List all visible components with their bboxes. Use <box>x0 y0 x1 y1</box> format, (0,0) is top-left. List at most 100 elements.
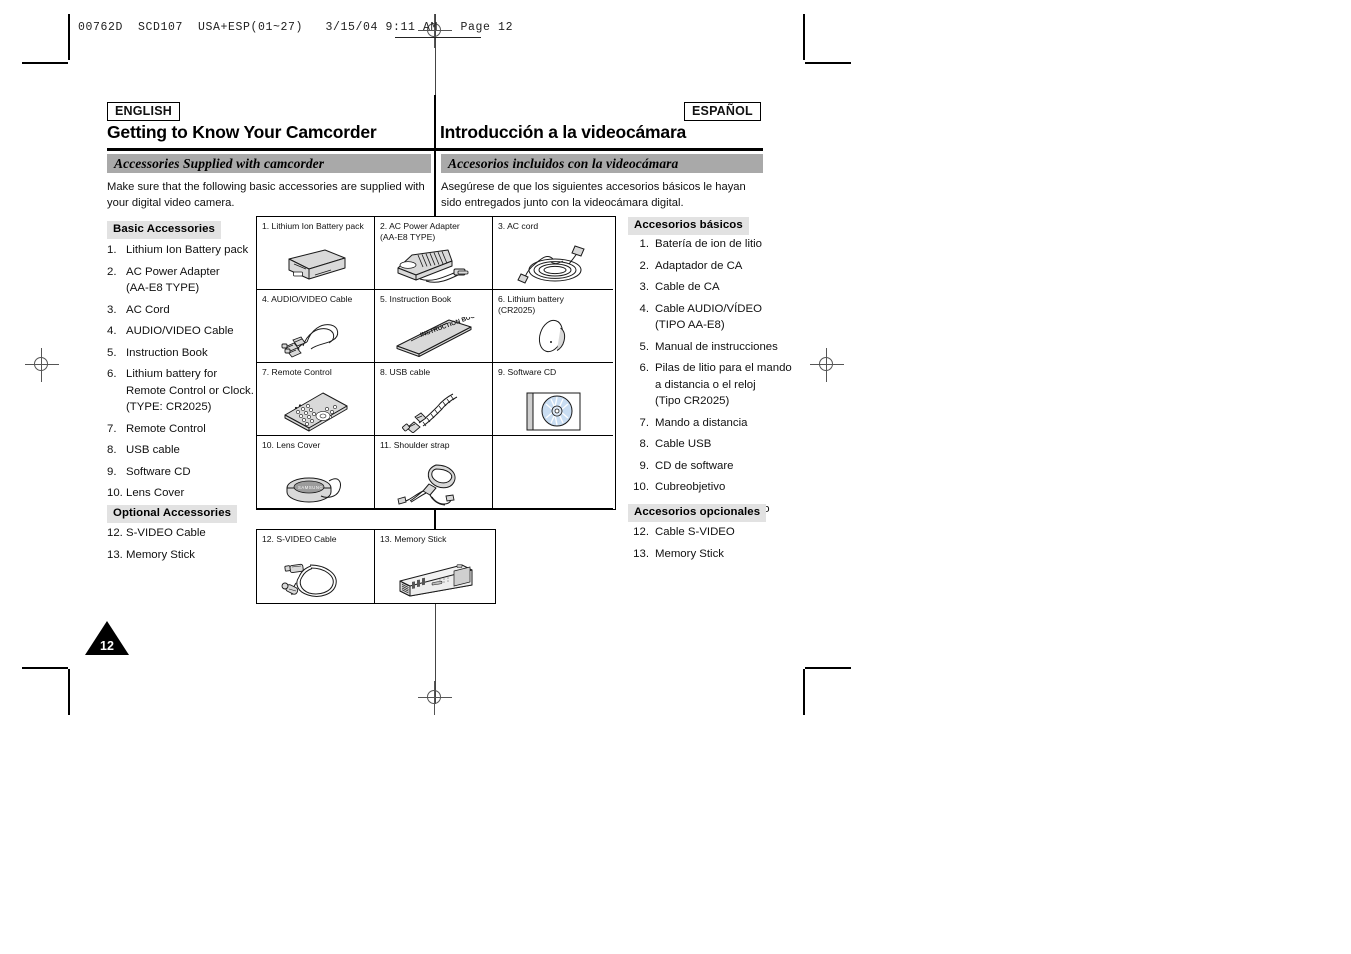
illustration-grid-wrapper: 1. Lithium Ion Battery pack 2. AC Power … <box>256 216 616 604</box>
intro-paragraph-english: Make sure that the following basic acces… <box>107 181 425 209</box>
list-item-label: Cable AUDIO/VÍDEO (TIPO AA-E8) <box>655 302 762 332</box>
grid-cell-usb-cable: 8. USB cable <box>375 363 493 436</box>
list-item-label: S-VIDEO Cable <box>126 527 206 539</box>
grid-cell-caption: 7. Remote Control <box>262 367 332 377</box>
list-item: 4. Cable AUDIO/VÍDEO (TIPO AA-E8) <box>628 301 793 334</box>
list-item-number: 10. <box>633 481 649 493</box>
ac-cord-icon <box>493 243 613 287</box>
list-item: 9. CD de software <box>628 458 793 475</box>
ac-power-adapter-icon <box>375 243 492 287</box>
list-item-number: 3. <box>639 281 650 293</box>
illustration-grid-main: 1. Lithium Ion Battery pack 2. AC Power … <box>256 216 616 510</box>
list-item-number: 2. <box>107 265 117 278</box>
list-item-number: 5. <box>107 346 117 359</box>
list-item: 7. Mando a distancia <box>628 415 793 432</box>
list-item-number: 8. <box>639 438 650 450</box>
page-title-english: Getting to Know Your Camcorder <box>107 122 377 142</box>
memory-stick-icon <box>375 557 495 601</box>
grid-cell-caption: 6. Lithium battery (CR2025) <box>498 294 564 315</box>
section-bar-spanish-label: Accesorios incluidos con la videocámara <box>448 155 679 171</box>
grid-cell-caption: 9. Software CD <box>498 367 557 377</box>
list-item-number: 3. <box>107 303 117 316</box>
list-item-label: Cubreobjetivo <box>655 481 726 493</box>
manual-page: 00762D SCD107 USA+ESP(01~27) 3/15/04 9:1… <box>0 0 1351 954</box>
page-number-label: 12 <box>100 639 114 653</box>
list-item-number: 7. <box>107 422 117 435</box>
list-item-number: 13. <box>107 548 123 561</box>
list-item-number: 13. <box>633 547 649 560</box>
list-item-label: CD de software <box>655 459 734 472</box>
list-item-label: Lithium battery for Remote Control or Cl… <box>126 368 254 413</box>
list-item-number: 1. <box>107 244 117 256</box>
grid-cell-caption: 10. Lens Cover <box>262 440 321 450</box>
list-item-number: 12. <box>107 527 123 539</box>
list-item-number: 2. <box>639 259 650 272</box>
grid-cell-caption: 3. AC cord <box>498 221 539 231</box>
grid-cell-lens-cover: 10. Lens Cover SAMSUNG <box>257 436 375 509</box>
list-item-label: Cable USB <box>655 438 712 450</box>
language-badge-spanish: ESPAÑOL <box>684 102 761 122</box>
language-badge-english: ENGLISH <box>107 102 180 122</box>
lens-cover-icon: SAMSUNG <box>257 462 374 506</box>
grid-cell-software-cd: 9. Software CD <box>493 363 613 436</box>
list-item: 10. Cubreobjetivo <box>628 479 793 496</box>
heading-basic-accessories-english: Basic Accessories <box>107 221 221 240</box>
audio-video-cable-icon <box>257 316 374 360</box>
heading-basic-accessories-spanish: Accesorios básicos <box>628 217 749 236</box>
list-item: 2. Adaptador de CA <box>628 258 793 275</box>
page-title-spanish: Introducción a la videocámara <box>440 122 687 142</box>
list-item-label: Memory Stick <box>126 548 195 561</box>
software-cd-icon <box>493 389 613 433</box>
shoulder-strap-icon <box>375 462 492 506</box>
list-item-label: Cable S-VIDEO <box>655 526 735 538</box>
heading-optional-accessories-english: Optional Accessories <box>107 505 238 524</box>
grid-cell-ac-power-adapter: 2. AC Power Adapter (AA-E8 TYPE) <box>375 217 493 290</box>
grid-cell-remote-control: 7. Remote Control <box>257 363 375 436</box>
list-item-label: Mando a distancia <box>655 416 748 429</box>
grid-cell-caption: 1. Lithium Ion Battery pack <box>262 221 364 231</box>
svg-text:SAMSUNG: SAMSUNG <box>298 485 323 490</box>
list-item: 6. Pilas de litio para el mando a distanc… <box>628 360 793 410</box>
list-item-label: Pilas de litio para el mando a distancia… <box>655 362 792 407</box>
list-item-label: AC Cord <box>126 303 170 316</box>
grid-cell-memory-stick: 13. Memory Stick <box>375 530 495 603</box>
intro-paragraph-spanish: Asegúrese de que los siguientes accesori… <box>441 181 746 209</box>
list-item-number: 12. <box>633 526 649 538</box>
list-item-label: Cable de CA <box>655 281 720 293</box>
list-item-label: Adaptador de CA <box>655 259 743 272</box>
list-item: 3. Cable de CA <box>628 279 793 296</box>
list-item-number: 9. <box>107 465 117 478</box>
grid-cell-coin-battery: 6. Lithium battery (CR2025) <box>493 290 613 363</box>
list-basic-accessories-spanish: 1. Batería de ion de litio 2. Adaptador de … <box>628 236 793 522</box>
list-item-number: 1. <box>639 238 650 250</box>
s-video-cable-icon <box>257 557 374 601</box>
list-item-number: 7. <box>639 416 650 429</box>
grid-cell-caption: 8. USB cable <box>380 367 431 377</box>
list-item-label: AUDIO/VIDEO Cable <box>126 325 234 337</box>
list-item-number: 9. <box>639 459 650 472</box>
heading-optional-accessories-spanish: Accesorios opcionales <box>628 504 767 523</box>
grid-cell-shoulder-strap: 11. Shoulder strap <box>375 436 493 509</box>
grid-cell-caption: 5. Instruction Book <box>380 294 452 304</box>
list-item-label: Lens Cover <box>126 487 185 499</box>
list-item-label: Software CD <box>126 465 191 478</box>
grid-cell-instruction-book: 5. Instruction Book INSTRUCTION BOOK <box>375 290 493 363</box>
grid-cell-ac-cord: 3. AC cord <box>493 217 613 290</box>
list-optional-accessories-spanish: 12. Cable S-VIDEO 13. Memory Stick <box>628 524 793 567</box>
grid-cell-caption: 4. AUDIO/VIDEO Cable <box>262 294 353 304</box>
list-item-label: Batería de ion de litio <box>655 238 763 250</box>
list-item-number: 6. <box>107 368 117 380</box>
grid-cell-audio-video-cable: 4. AUDIO/VIDEO Cable <box>257 290 375 363</box>
section-bar-english-label: Accessories Supplied with camcorder <box>114 155 325 171</box>
instruction-book-icon: INSTRUCTION BOOK <box>375 316 492 360</box>
grid-cell-caption: 12. S-VIDEO Cable <box>262 534 337 544</box>
coin-battery-icon <box>493 316 613 360</box>
list-item-label: Lithium Ion Battery pack <box>126 244 249 256</box>
grid-cell-battery-pack: 1. Lithium Ion Battery pack <box>257 217 375 290</box>
list-item: 12. Cable S-VIDEO <box>628 524 793 541</box>
usb-cable-icon <box>375 389 492 433</box>
grid-cell-s-video-cable: 12. S-VIDEO Cable <box>257 530 375 603</box>
list-item: 13. Memory Stick <box>628 546 793 563</box>
list-item-number: 6. <box>639 362 650 374</box>
list-item-label: Instruction Book <box>126 346 208 359</box>
